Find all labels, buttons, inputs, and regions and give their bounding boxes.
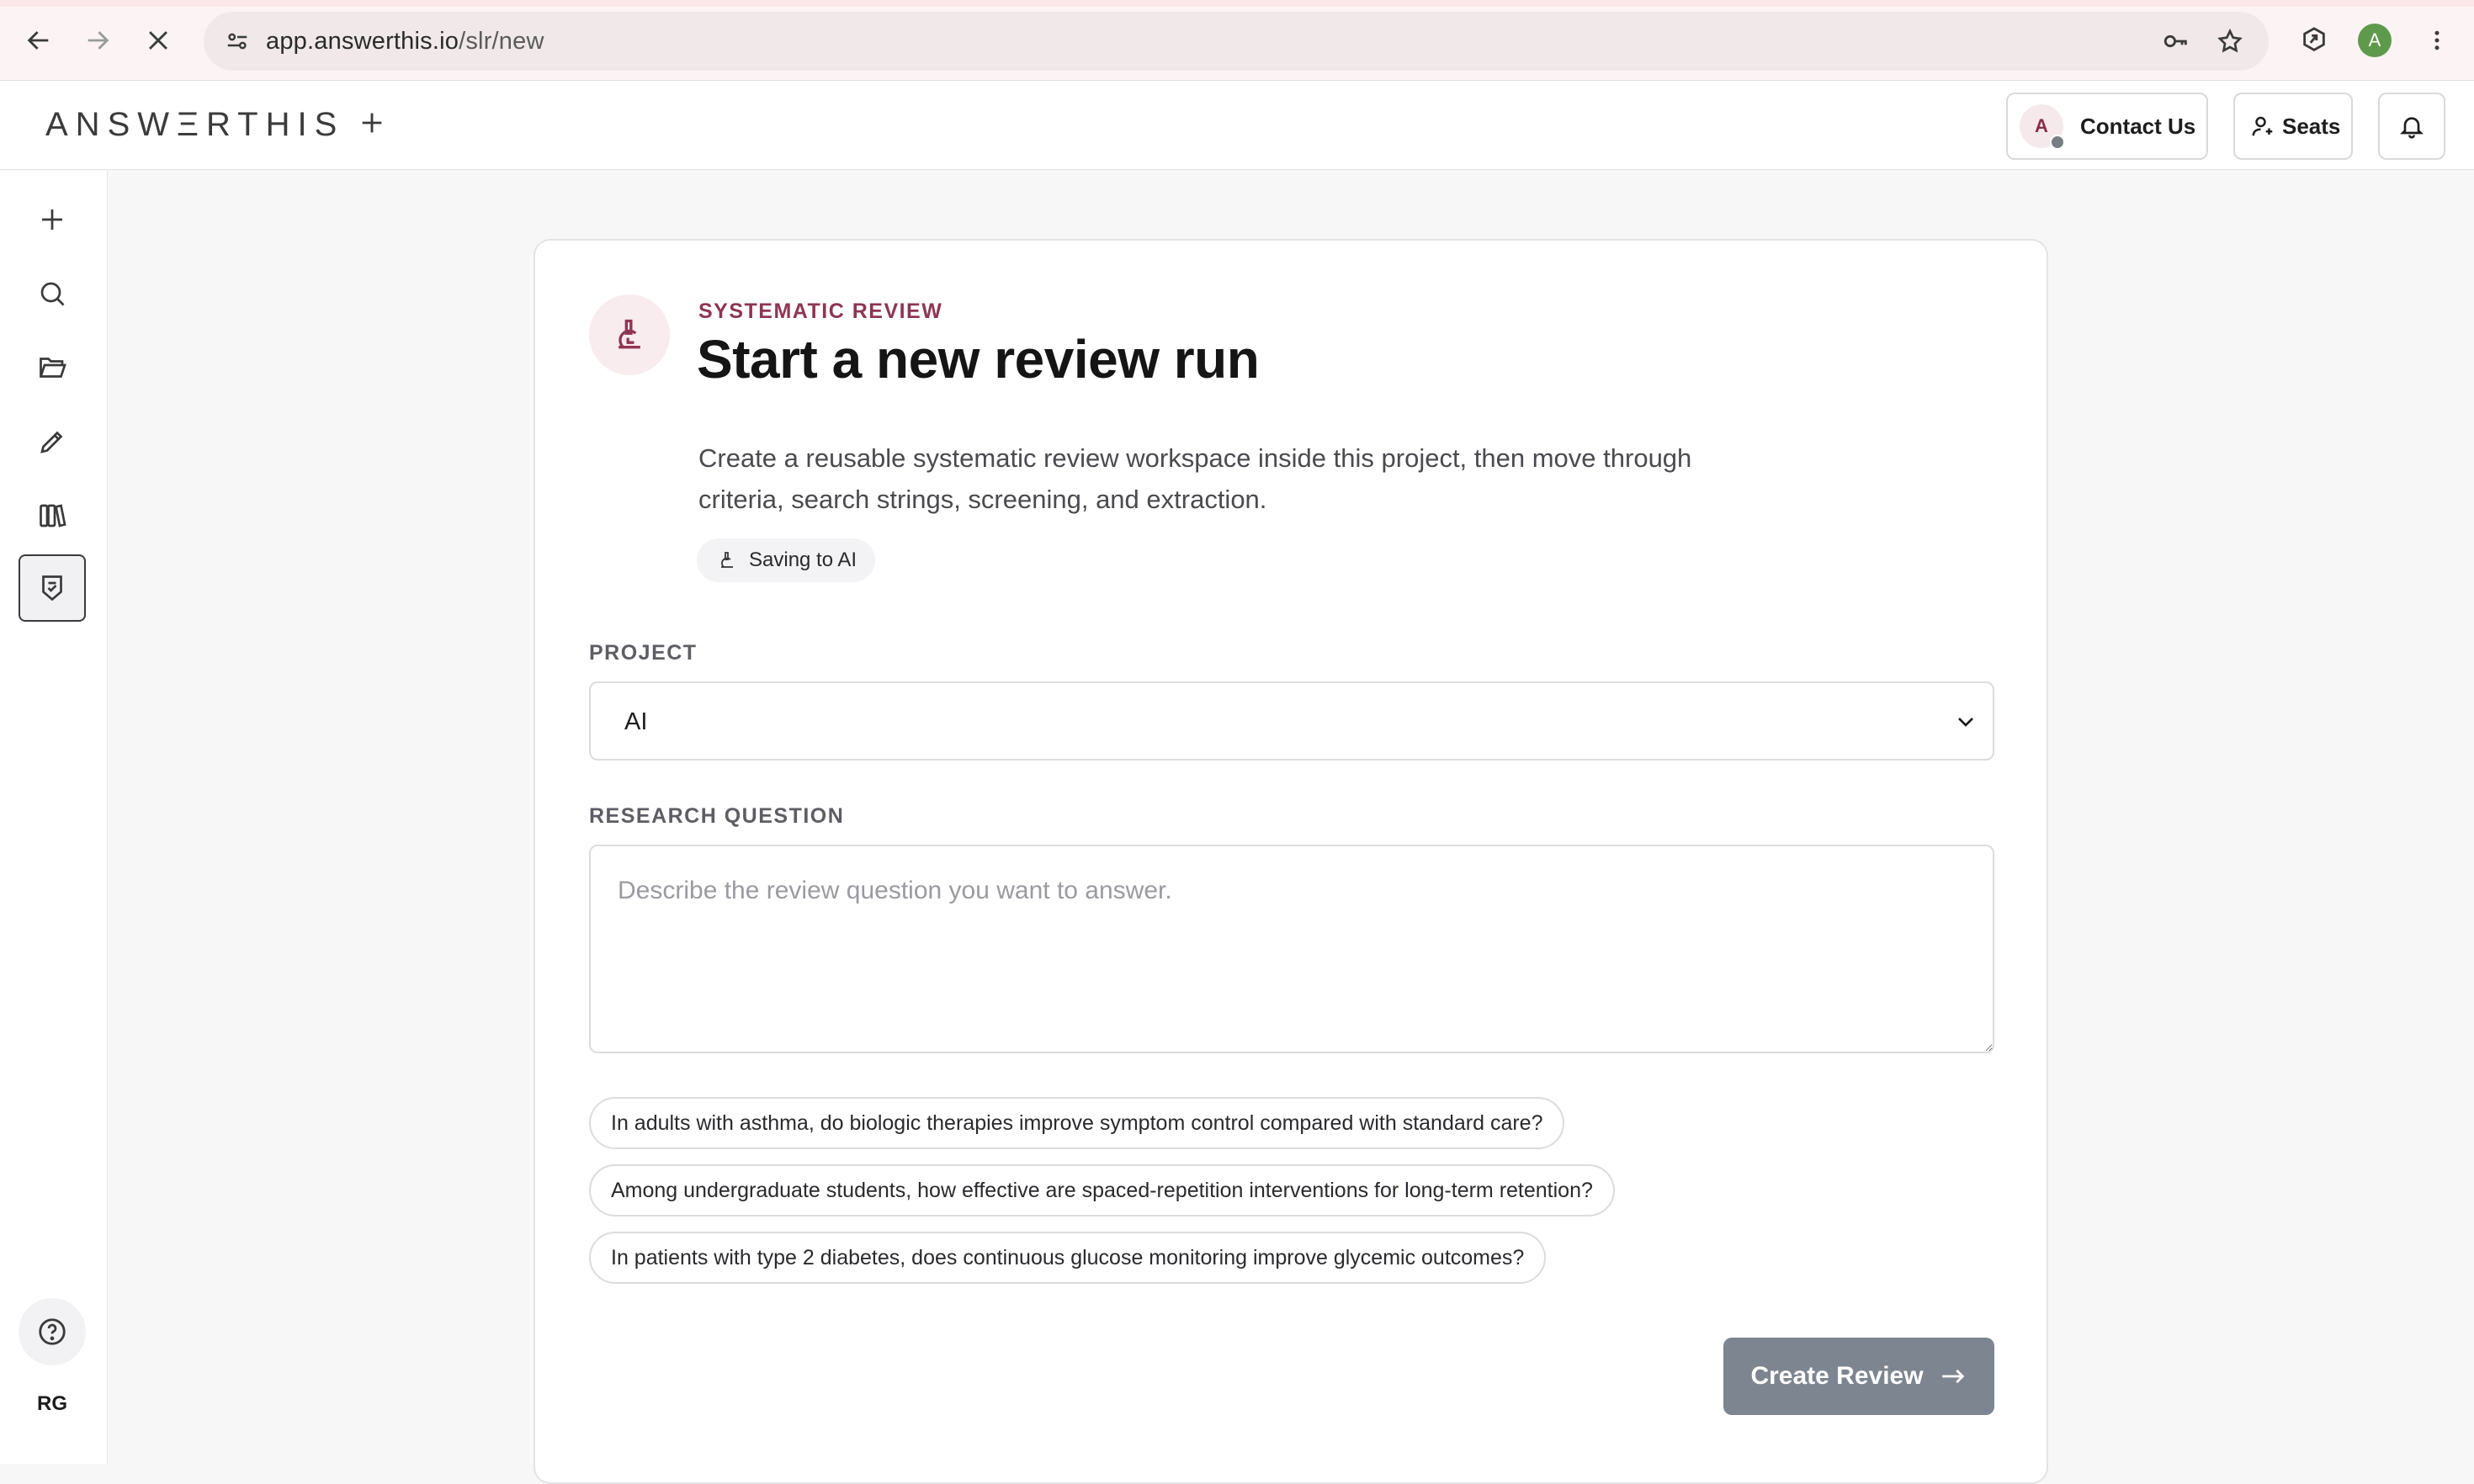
app-header: ANSWΞRTHIS A Contact Us Seats: [0, 81, 2474, 170]
sidebar-item-library[interactable]: [19, 482, 86, 549]
seats-label: Seats: [2282, 113, 2341, 139]
bell-icon: [2400, 117, 2424, 139]
chevron-down-icon: [1958, 718, 1973, 727]
page-description: Create a reusable systematic review work…: [698, 443, 1692, 514]
page-eyebrow: SYSTEMATIC REVIEW: [698, 299, 943, 323]
library-icon: [40, 504, 66, 527]
contact-us-label: Contact Us: [2080, 113, 2196, 139]
site-info-icon[interactable]: [215, 19, 259, 63]
plus-icon: [362, 113, 382, 133]
suggestion-chip[interactable]: In adults with asthma, do biologic thera…: [589, 1097, 1565, 1149]
research-question-label: RESEARCH QUESTION: [589, 804, 845, 828]
forward-button[interactable]: [76, 19, 119, 62]
sidebar-item-write[interactable]: [19, 408, 86, 475]
pen-icon: [40, 431, 63, 453]
arrow-right-icon: [1941, 1369, 1964, 1384]
saving-status-chip: Saving to AI: [697, 538, 876, 582]
sidebar-item-search[interactable]: [19, 260, 86, 327]
url-text: app.answerthis.io/slr/new: [266, 28, 544, 55]
sidebar-item-new[interactable]: [19, 186, 86, 253]
create-review-label: Create Review: [1750, 1362, 1924, 1390]
help-icon: [39, 1318, 66, 1345]
profile-button[interactable]: A: [2353, 19, 2397, 62]
suggestion-chip[interactable]: In patients with type 2 diabetes, does c…: [589, 1232, 1547, 1284]
arrow-right-icon: [88, 31, 109, 50]
add-user-icon: [2252, 116, 2273, 136]
help-button[interactable]: [19, 1298, 86, 1365]
more-vertical-icon: [2434, 30, 2439, 50]
browser-chrome: app.answerthis.io/slr/new A: [0, 0, 2474, 81]
app-logo[interactable]: ANSWΞRTHIS: [45, 106, 344, 144]
address-bar[interactable]: app.answerthis.io/slr/new: [204, 12, 2269, 71]
stop-loading-button[interactable]: [136, 19, 180, 62]
avatar: A: [2020, 104, 2065, 150]
project-select[interactable]: AI: [589, 681, 1994, 761]
project-label: PROJECT: [589, 641, 698, 665]
arrow-left-icon: [27, 31, 49, 50]
saving-status-label: Saving to AI: [749, 549, 857, 571]
notifications-button[interactable]: [2378, 93, 2445, 160]
review-shield-icon: [42, 575, 62, 602]
password-key-icon[interactable]: [2158, 23, 2195, 60]
project-select-value: AI: [624, 708, 648, 735]
research-question-input[interactable]: [589, 845, 1994, 1053]
bookmark-star-icon[interactable]: [2211, 23, 2248, 60]
status-indicator: [2050, 135, 2065, 150]
sidebar-item-projects[interactable]: [19, 334, 86, 401]
tab-strip-edge: [0, 0, 2474, 7]
user-menu[interactable]: RG: [0, 1392, 104, 1416]
suggestion-chip[interactable]: Among undergraduate students, how effect…: [589, 1164, 1615, 1216]
search-icon: [40, 282, 65, 306]
profile-avatar: A: [2358, 24, 2392, 57]
page-title: Start a new review run: [697, 329, 1260, 390]
sidebar-item-systematic-review[interactable]: [19, 554, 86, 622]
extension-icon[interactable]: [2292, 19, 2336, 62]
sidebar: RG: [0, 171, 108, 1464]
close-icon: [149, 31, 167, 50]
microscope-icon: [721, 552, 733, 568]
contact-us-button[interactable]: A Contact Us: [2006, 93, 2208, 160]
create-review-button[interactable]: Create Review: [1723, 1338, 1994, 1415]
browser-menu-button[interactable]: [2415, 19, 2459, 62]
seats-button[interactable]: Seats: [2233, 93, 2353, 160]
new-tab-button[interactable]: [352, 103, 392, 143]
back-button[interactable]: [17, 19, 61, 62]
plus-icon: [42, 209, 62, 230]
folder-icon: [40, 358, 66, 378]
microscope-icon: [589, 294, 670, 375]
new-review-card: SYSTEMATIC REVIEW Start a new review run…: [534, 239, 2048, 1484]
